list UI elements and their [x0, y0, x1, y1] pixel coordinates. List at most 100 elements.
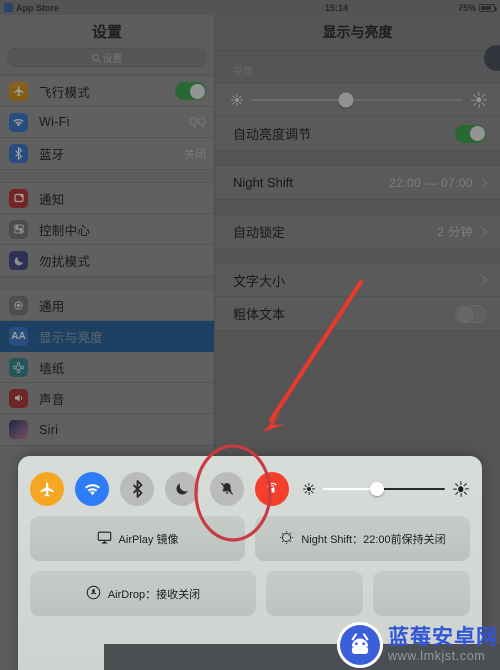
- airplay-icon: [97, 531, 112, 547]
- airplane-mode-toggle[interactable]: [30, 472, 64, 506]
- sidebar-item-bluetooth[interactable]: 蓝牙 关闭: [0, 138, 214, 169]
- status-bar-app-label: App Store: [16, 2, 60, 13]
- night-shift-row[interactable]: Night Shift 22:00 — 07:00: [215, 166, 500, 199]
- sidebar-item-label: 勿扰模式: [39, 255, 91, 269]
- bold-text-toggle[interactable]: [455, 304, 486, 323]
- display-aa-icon: AA: [9, 326, 28, 346]
- ipad-screen: App Store 15:14 75% 设置 设置 飞行模式 Wi-Fi QQ …: [0, 0, 500, 670]
- row-label: 自动亮度调节: [233, 127, 312, 142]
- sidebar-item-notifications[interactable]: 通知: [0, 183, 214, 214]
- wifi-icon: [9, 112, 28, 132]
- sidebar-group-system: 通用 AA 显示与亮度 墙纸 声音 Siri: [0, 289, 214, 446]
- sidebar-item-general[interactable]: 通用: [0, 290, 214, 321]
- detail-divider: [215, 249, 500, 263]
- brightness-knob[interactable]: [338, 92, 354, 107]
- search-placeholder: 设置: [102, 54, 123, 65]
- brightness-card: 自动亮度调节: [215, 82, 500, 151]
- cc-brightness-knob[interactable]: [370, 482, 385, 496]
- airdrop-label: AirDrop：接收关闭: [107, 588, 201, 601]
- airdrop-icon: [86, 585, 101, 603]
- brightness-slider-row[interactable]: [215, 83, 500, 117]
- airdrop-tile[interactable]: AirDrop：接收关闭: [30, 571, 256, 616]
- page-title: 设置: [91, 24, 122, 41]
- sidebar-item-do-not-disturb[interactable]: 勿扰模式: [0, 245, 214, 276]
- search-icon: [91, 54, 99, 61]
- bold-text-row[interactable]: 粗体文本: [215, 297, 500, 330]
- app-store-icon: [4, 3, 13, 12]
- sun-small-icon: [230, 93, 243, 106]
- rotation-lock-toggle[interactable]: [255, 472, 289, 506]
- sidebar-item-label: 声音: [39, 392, 65, 407]
- sidebar-item-label: 通知: [39, 192, 65, 207]
- watermark-text: 蓝莓安卓网 www.lmkjst.com: [388, 627, 498, 663]
- chevron-right-icon: [478, 178, 488, 187]
- notifications-icon: [9, 188, 28, 208]
- search-input[interactable]: 设置: [7, 48, 207, 67]
- siri-icon: [9, 420, 28, 439]
- sun-large-icon: [452, 481, 469, 497]
- watermark: 蓝莓安卓网 www.lmkjst.com: [337, 622, 498, 668]
- sidebar-item-display-brightness[interactable]: AA 显示与亮度: [0, 321, 214, 352]
- watermark-url: www.lmkjst.com: [388, 649, 486, 664]
- sidebar-item-label: Wi-Fi: [39, 115, 70, 129]
- do-not-disturb-toggle[interactable]: [165, 472, 199, 506]
- brightness-track[interactable]: [251, 92, 462, 107]
- wifi-toggle[interactable]: [75, 472, 109, 506]
- airplane-icon: [9, 81, 28, 101]
- sidebar-item-value: QQ: [188, 116, 206, 128]
- sidebar-item-siri[interactable]: Siri: [0, 414, 214, 445]
- sidebar-item-label: 飞行模式: [39, 85, 91, 100]
- control-center-brightness[interactable]: [302, 481, 469, 497]
- do-not-disturb-icon: [9, 251, 28, 270]
- row-label: Night Shift: [233, 175, 293, 190]
- sidebar-item-airplane-mode[interactable]: 飞行模式: [0, 76, 214, 107]
- detail-title: 显示与亮度: [215, 15, 500, 51]
- status-bar-right: 75%: [458, 3, 500, 13]
- sidebar-item-label: 蓝牙: [39, 148, 65, 162]
- row-label: 粗体文本: [233, 307, 286, 322]
- sidebar-item-control-center[interactable]: 控制中心: [0, 214, 214, 245]
- watermark-logo: [337, 622, 383, 668]
- cc-blank-tile-2[interactable]: [373, 571, 470, 616]
- chevron-right-icon: [478, 275, 488, 285]
- sidebar-item-wallpaper[interactable]: 墙纸: [0, 352, 214, 383]
- cc-blank-tile-1[interactable]: [266, 571, 363, 616]
- night-shift-icon: [279, 530, 294, 548]
- status-bar-time-wrap: 15:14: [215, 3, 458, 13]
- brightness-section-label: 亮度: [233, 67, 254, 78]
- control-center-tiles-row1: AirPlay 镜像 Night Shift：22:00前保持关闭: [30, 516, 470, 561]
- bluetooth-toggle[interactable]: [120, 472, 154, 506]
- sidebar-item-label: 墙纸: [39, 361, 65, 376]
- auto-lock-row[interactable]: 自动锁定 2 分钟: [215, 215, 500, 248]
- bluetooth-icon: [9, 144, 28, 163]
- sidebar-group-connectivity: 飞行模式 Wi-Fi QQ 蓝牙 关闭: [0, 75, 214, 170]
- sun-small-icon: [302, 483, 315, 495]
- sidebar-item-label: 显示与亮度: [39, 330, 104, 345]
- row-label: 自动锁定: [233, 225, 286, 240]
- cc-brightness-track[interactable]: [322, 482, 445, 496]
- sidebar-item-label: 控制中心: [39, 223, 91, 238]
- sidebar-divider: [0, 277, 214, 289]
- auto-brightness-row[interactable]: 自动亮度调节: [215, 117, 500, 150]
- sidebar-item-sounds[interactable]: 声音: [0, 383, 214, 414]
- detail-divider: [215, 200, 500, 214]
- status-bar: App Store 15:14 75%: [0, 0, 500, 15]
- sidebar-group-alerts: 通知 控制中心 勿扰模式: [0, 182, 214, 277]
- wallpaper-icon: [9, 357, 28, 377]
- night-shift-tile-label: Night Shift：22:00前保持关闭: [301, 533, 446, 546]
- status-bar-time: 15:14: [324, 2, 348, 13]
- control-center-icon: [9, 219, 28, 239]
- sidebar-item-wifi[interactable]: Wi-Fi QQ: [0, 107, 214, 138]
- airplane-mode-toggle[interactable]: [175, 82, 206, 100]
- text-size-row[interactable]: 文字大小: [215, 264, 500, 297]
- auto-brightness-toggle[interactable]: [455, 124, 486, 143]
- control-center-top-row: [30, 466, 470, 512]
- row-value: 22:00 — 07:00: [389, 175, 473, 190]
- night-shift-tile[interactable]: Night Shift：22:00前保持关闭: [255, 516, 470, 561]
- chevron-right-icon: [478, 227, 488, 236]
- mute-toggle[interactable]: [210, 472, 244, 506]
- airplay-tile[interactable]: AirPlay 镜像: [30, 516, 245, 561]
- sound-icon: [9, 388, 28, 408]
- airplay-label: AirPlay 镜像: [118, 533, 179, 546]
- general-gear-icon: [9, 295, 28, 315]
